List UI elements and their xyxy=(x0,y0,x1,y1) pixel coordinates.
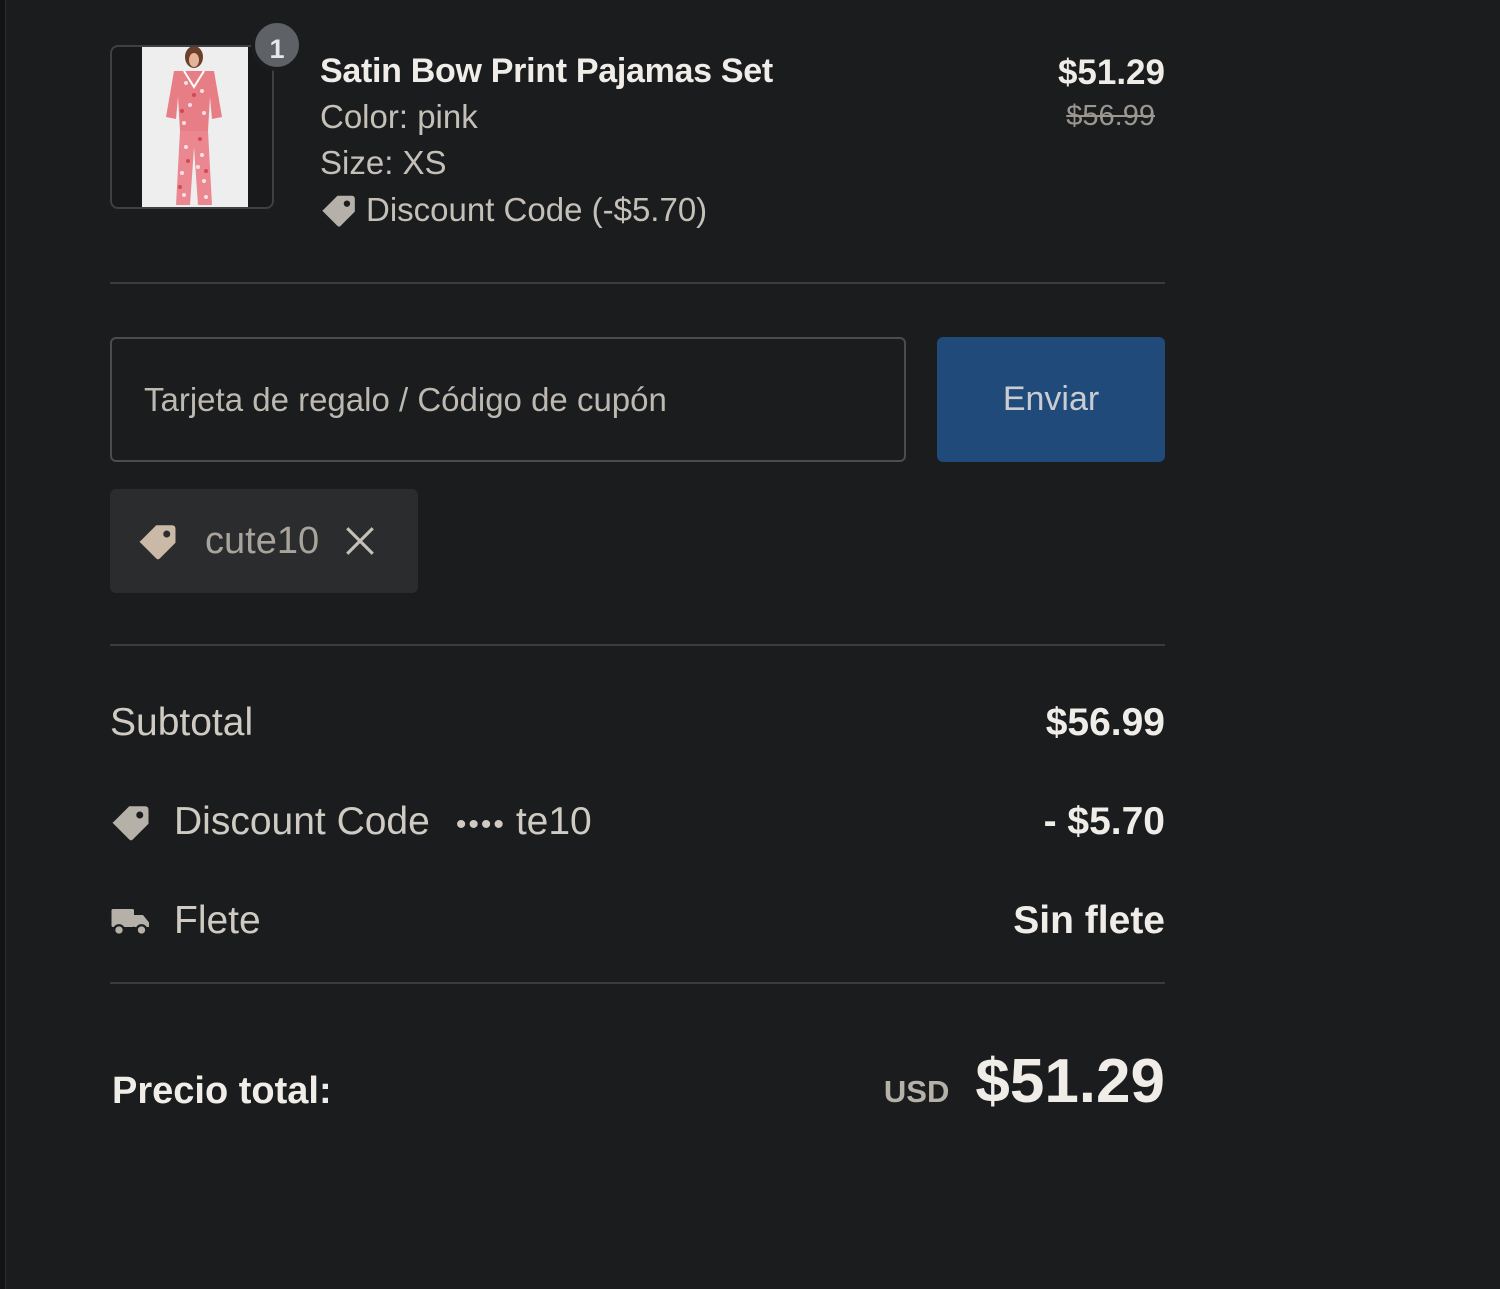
submit-coupon-button[interactable]: Enviar xyxy=(937,337,1165,462)
cart-item: 1 Satin Bow Print Pajamas Set Color: pin… xyxy=(110,0,1165,284)
product-price: $51.29 $56.99 xyxy=(1058,50,1165,136)
shipping-label-group: Flete xyxy=(110,899,261,943)
discount-label-group: Discount Code •••• te10 xyxy=(110,800,592,844)
shipping-label: Flete xyxy=(174,899,261,942)
tag-icon xyxy=(139,525,176,560)
coupon-input[interactable] xyxy=(110,337,906,462)
truck-icon xyxy=(111,909,149,936)
grand-total-label: Precio total: xyxy=(112,1070,332,1112)
currency-code: USD xyxy=(883,1074,950,1109)
applied-coupon-code: cute10 xyxy=(205,519,320,562)
order-summary-page: 1 Satin Bow Print Pajamas Set Color: pin… xyxy=(0,0,1500,1289)
discount-row: Discount Code •••• te10 - $5.70 xyxy=(110,792,1165,852)
grand-total-amount-group: USD $51.29 xyxy=(884,1046,1165,1117)
shipping-row: Flete Sin flete xyxy=(110,891,1165,951)
grand-total-amount: $51.29 xyxy=(975,1047,1165,1116)
product-info: Satin Bow Print Pajamas Set Color: pink … xyxy=(320,48,773,234)
order-summary: 1 Satin Bow Print Pajamas Set Color: pin… xyxy=(110,0,1165,1184)
tag-icon xyxy=(322,195,355,227)
totals-section: Subtotal $56.99 Discount Code •••• te10 -… xyxy=(110,646,1165,984)
discount-label: Discount Code xyxy=(174,800,430,843)
product-color: Color: pink xyxy=(320,98,478,135)
product-discount-label: Discount Code (-$5.70) xyxy=(366,191,708,228)
panel-left-border xyxy=(0,0,6,1289)
masked-discount-code: •••• te10 xyxy=(456,800,592,844)
applied-coupon-chip: cute10 xyxy=(110,489,418,593)
discount-value: - $5.70 xyxy=(1043,800,1165,843)
pajamas-product-photo xyxy=(142,47,248,207)
coupon-section: Enviar cute10 xyxy=(110,284,1165,646)
tag-icon xyxy=(112,806,149,841)
quantity-badge: 1 xyxy=(251,19,303,71)
product-name[interactable]: Satin Bow Print Pajamas Set xyxy=(320,48,773,94)
product-discount: Discount Code (-$5.70) xyxy=(320,186,773,234)
current-price: $51.29 xyxy=(1057,53,1165,92)
masked-code-suffix: te10 xyxy=(515,800,592,843)
product-image xyxy=(142,47,248,207)
shipping-value: Sin flete xyxy=(1013,899,1165,942)
grand-total-section: Precio total: USD $51.29 xyxy=(110,984,1165,1184)
close-icon[interactable] xyxy=(343,524,377,558)
subtotal-label: Subtotal xyxy=(110,701,254,744)
subtotal-value: $56.99 xyxy=(1045,701,1165,744)
product-thumbnail[interactable] xyxy=(110,45,274,209)
product-size: Size: XS xyxy=(320,144,447,181)
masked-dots: •••• xyxy=(455,808,506,841)
subtotal-row: Subtotal $56.99 xyxy=(110,693,1165,753)
original-price: $56.99 xyxy=(1066,100,1155,132)
